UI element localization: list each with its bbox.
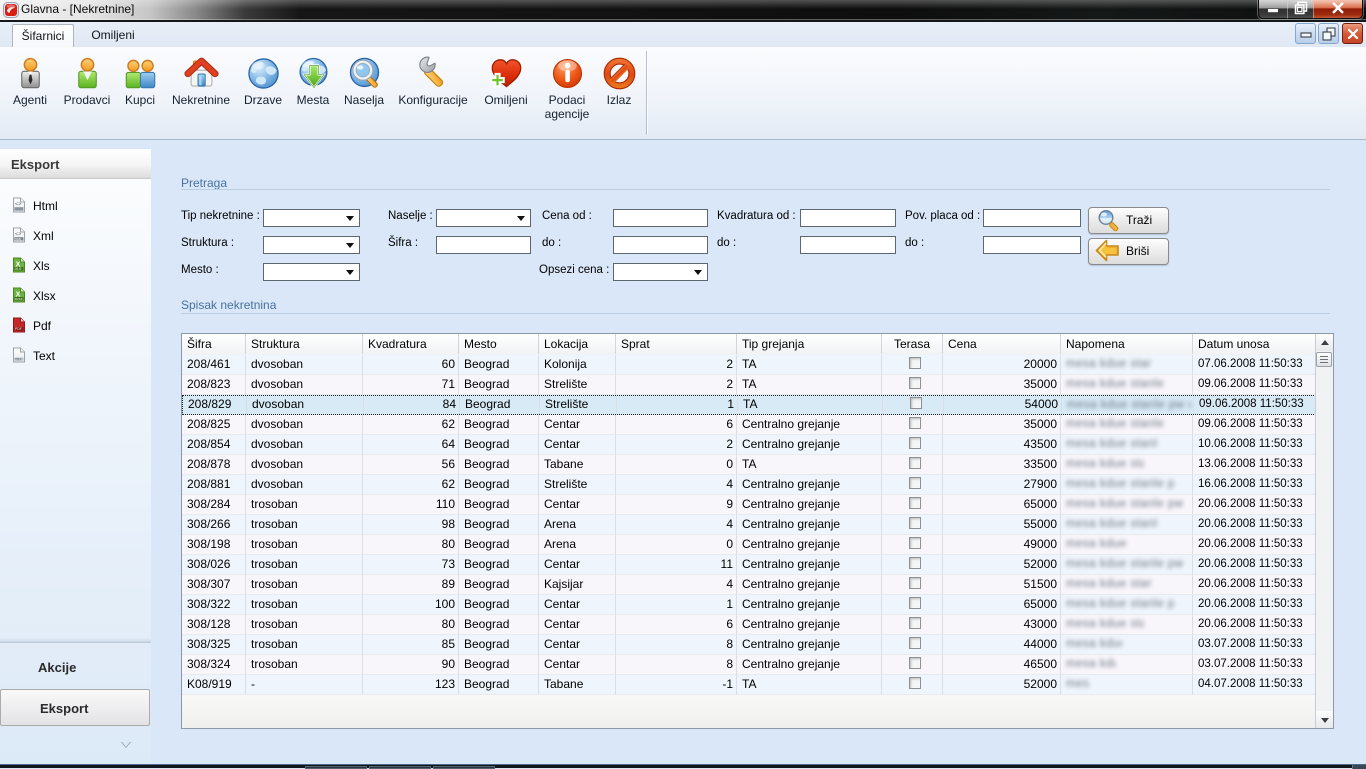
svg-text:<>: <> — [15, 202, 21, 208]
svg-text:XLS: XLS — [15, 267, 22, 271]
svg-text:TXT: TXT — [15, 357, 21, 361]
svg-text:XLSX: XLSX — [15, 297, 23, 301]
svg-text:XML: XML — [15, 237, 22, 241]
svg-text:PDF: PDF — [15, 327, 22, 331]
